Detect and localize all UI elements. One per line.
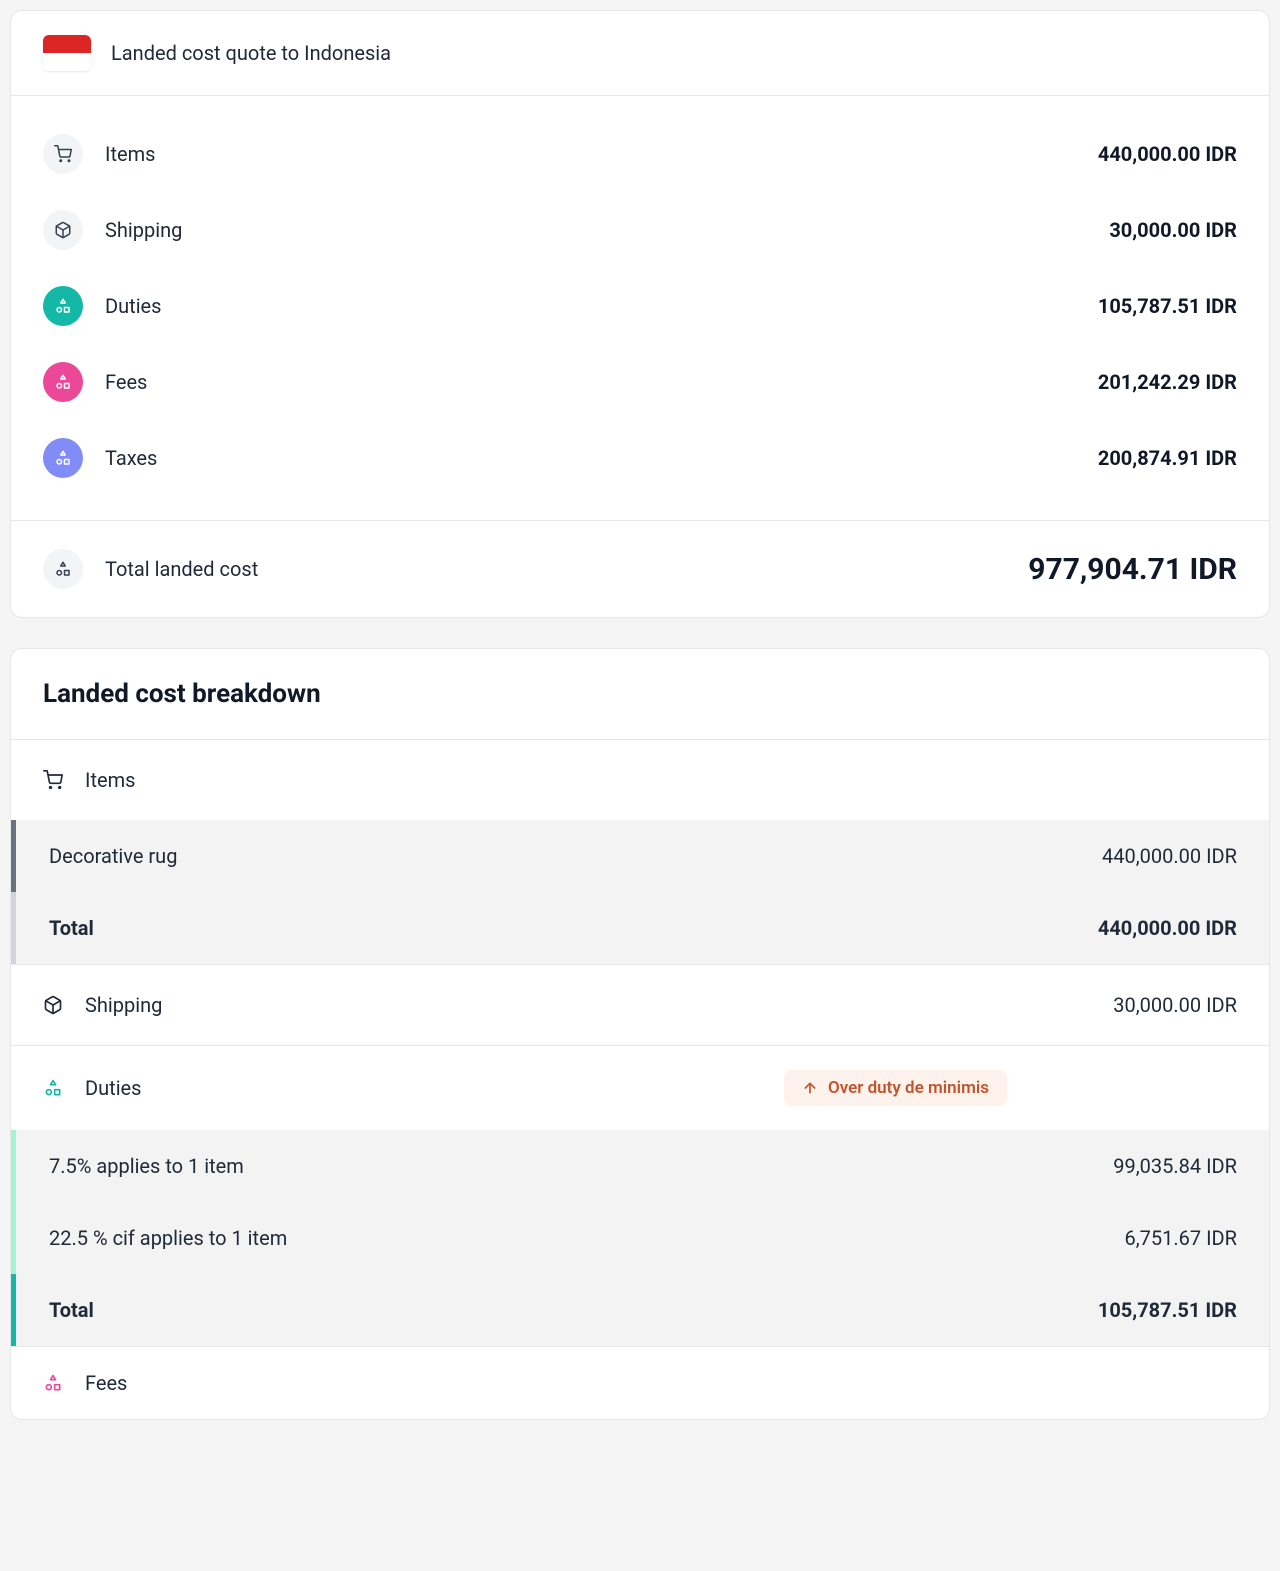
shapes-icon bbox=[43, 362, 83, 402]
duty-rule-value: 6,751.67 IDR bbox=[1125, 1226, 1238, 1250]
breakdown-duties-total: Total 105,787.51 IDR bbox=[11, 1274, 1269, 1346]
summary-row-items: Items 440,000.00 IDR bbox=[43, 116, 1237, 192]
cart-icon bbox=[43, 770, 63, 790]
summary-row-shipping: Shipping 30,000.00 IDR bbox=[43, 192, 1237, 268]
breakdown-fees-label: Fees bbox=[85, 1371, 127, 1395]
cart-icon bbox=[43, 134, 83, 174]
items-value: 440,000.00 IDR bbox=[1098, 142, 1237, 166]
summary-title: Landed cost quote to Indonesia bbox=[111, 41, 391, 65]
breakdown-duty-row: 22.5 % cif applies to 1 item 6,751.67 ID… bbox=[11, 1202, 1269, 1274]
items-total-value: 440,000.00 IDR bbox=[1098, 916, 1237, 940]
duty-rule-label: 7.5% applies to 1 item bbox=[49, 1154, 244, 1178]
items-total-label: Total bbox=[49, 916, 94, 940]
breakdown-fees-head: Fees bbox=[11, 1346, 1269, 1419]
breakdown-items-label: Items bbox=[85, 768, 135, 792]
fees-value: 201,242.29 IDR bbox=[1098, 370, 1237, 394]
breakdown-items-head: Items bbox=[11, 740, 1269, 820]
shipping-label: Shipping bbox=[105, 218, 182, 242]
item-value: 440,000.00 IDR bbox=[1102, 844, 1237, 868]
shapes-icon bbox=[43, 1078, 63, 1098]
badge-text: Over duty de minimis bbox=[828, 1078, 989, 1098]
arrow-up-icon bbox=[802, 1080, 818, 1096]
summary-body: Items 440,000.00 IDR Shipping 30,000.00 … bbox=[11, 96, 1269, 520]
duty-rule-label: 22.5 % cif applies to 1 item bbox=[49, 1226, 287, 1250]
summary-row-taxes: Taxes 200,874.91 IDR bbox=[43, 420, 1237, 496]
shapes-icon bbox=[43, 438, 83, 478]
breakdown-card: Landed cost breakdown Items Decorative r… bbox=[10, 648, 1270, 1420]
breakdown-duties-head: Duties Over duty de minimis bbox=[11, 1045, 1269, 1130]
duty-rule-value: 99,035.84 IDR bbox=[1113, 1154, 1237, 1178]
breakdown-header: Landed cost breakdown bbox=[11, 649, 1269, 740]
duties-total-value: 105,787.51 IDR bbox=[1098, 1298, 1237, 1322]
duties-total-label: Total bbox=[49, 1298, 94, 1322]
duties-value: 105,787.51 IDR bbox=[1098, 294, 1237, 318]
package-icon bbox=[43, 995, 63, 1015]
indonesia-flag-icon bbox=[43, 35, 91, 71]
breakdown-shipping-head: Shipping 30,000.00 IDR bbox=[11, 964, 1269, 1045]
package-icon bbox=[43, 210, 83, 250]
taxes-label: Taxes bbox=[105, 446, 157, 470]
shapes-icon bbox=[43, 286, 83, 326]
breakdown-items-total: Total 440,000.00 IDR bbox=[11, 892, 1269, 964]
summary-row-duties: Duties 105,787.51 IDR bbox=[43, 268, 1237, 344]
total-landed-value: 977,904.71 IDR bbox=[1028, 552, 1237, 587]
shapes-icon bbox=[43, 549, 83, 589]
summary-footer: Total landed cost 977,904.71 IDR bbox=[11, 520, 1269, 617]
total-landed-label: Total landed cost bbox=[105, 557, 258, 581]
shipping-value: 30,000.00 IDR bbox=[1109, 218, 1237, 242]
breakdown-item-row: Decorative rug 440,000.00 IDR bbox=[11, 820, 1269, 892]
over-de-minimis-badge: Over duty de minimis bbox=[784, 1070, 1007, 1106]
breakdown-title: Landed cost breakdown bbox=[43, 679, 1237, 709]
breakdown-shipping-value: 30,000.00 IDR bbox=[1113, 993, 1237, 1017]
shapes-icon bbox=[43, 1373, 63, 1393]
breakdown-shipping-label: Shipping bbox=[85, 993, 162, 1017]
item-name: Decorative rug bbox=[49, 844, 177, 868]
summary-row-fees: Fees 201,242.29 IDR bbox=[43, 344, 1237, 420]
breakdown-duty-row: 7.5% applies to 1 item 99,035.84 IDR bbox=[11, 1130, 1269, 1202]
summary-header: Landed cost quote to Indonesia bbox=[11, 11, 1269, 96]
duties-label: Duties bbox=[105, 294, 161, 318]
breakdown-duties-label: Duties bbox=[85, 1076, 141, 1100]
items-label: Items bbox=[105, 142, 155, 166]
fees-label: Fees bbox=[105, 370, 147, 394]
summary-card: Landed cost quote to Indonesia Items 440… bbox=[10, 10, 1270, 618]
taxes-value: 200,874.91 IDR bbox=[1098, 446, 1237, 470]
